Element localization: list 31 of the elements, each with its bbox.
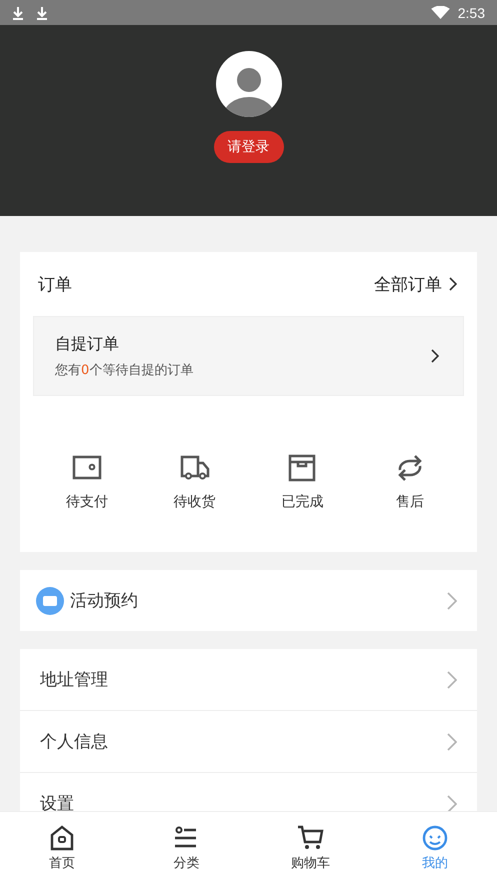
status-time: 2:53 [458,4,485,20]
download-icon [36,6,48,20]
box-icon [286,452,318,484]
menu-row[interactable]: 个人信息 [20,710,477,772]
pickup-subtitle: 您有0个等待自提的订单 [55,362,194,378]
user-icon [420,824,449,852]
pickup-title: 自提订单 [55,334,120,354]
order-status-button[interactable]: 待支付 [52,452,122,511]
menu-row[interactable]: 地址管理 [20,649,477,710]
login-button[interactable]: 请登录 [214,131,284,163]
cart-icon [296,824,325,852]
chevron-icon [447,592,457,610]
chevron-icon [447,670,457,688]
chevron-icon [447,732,457,750]
order-status-button[interactable]: 已完成 [267,452,338,511]
download-icon [12,6,24,20]
tab-item[interactable]: 购物车 [248,812,373,884]
chevron-icon [449,277,457,291]
orders-title: 订单 [38,274,72,296]
order-status-button[interactable]: 待收货 [160,452,230,511]
wifi-icon [430,6,450,19]
chevron-icon [447,794,457,811]
tab-item[interactable]: 首页 [0,812,124,884]
tab-item[interactable]: 分类 [124,812,248,884]
all-orders-link[interactable]: 全部订单 [374,272,457,296]
order-status-button[interactable]: 售后 [375,452,446,511]
ticket-icon [36,586,64,614]
activity-row[interactable]: 活动预约 [20,570,477,631]
avatar-icon [216,51,282,117]
pickup-orders-panel[interactable]: 自提订单 您有0个等待自提的订单 [33,316,464,396]
chevron-icon [431,349,439,363]
